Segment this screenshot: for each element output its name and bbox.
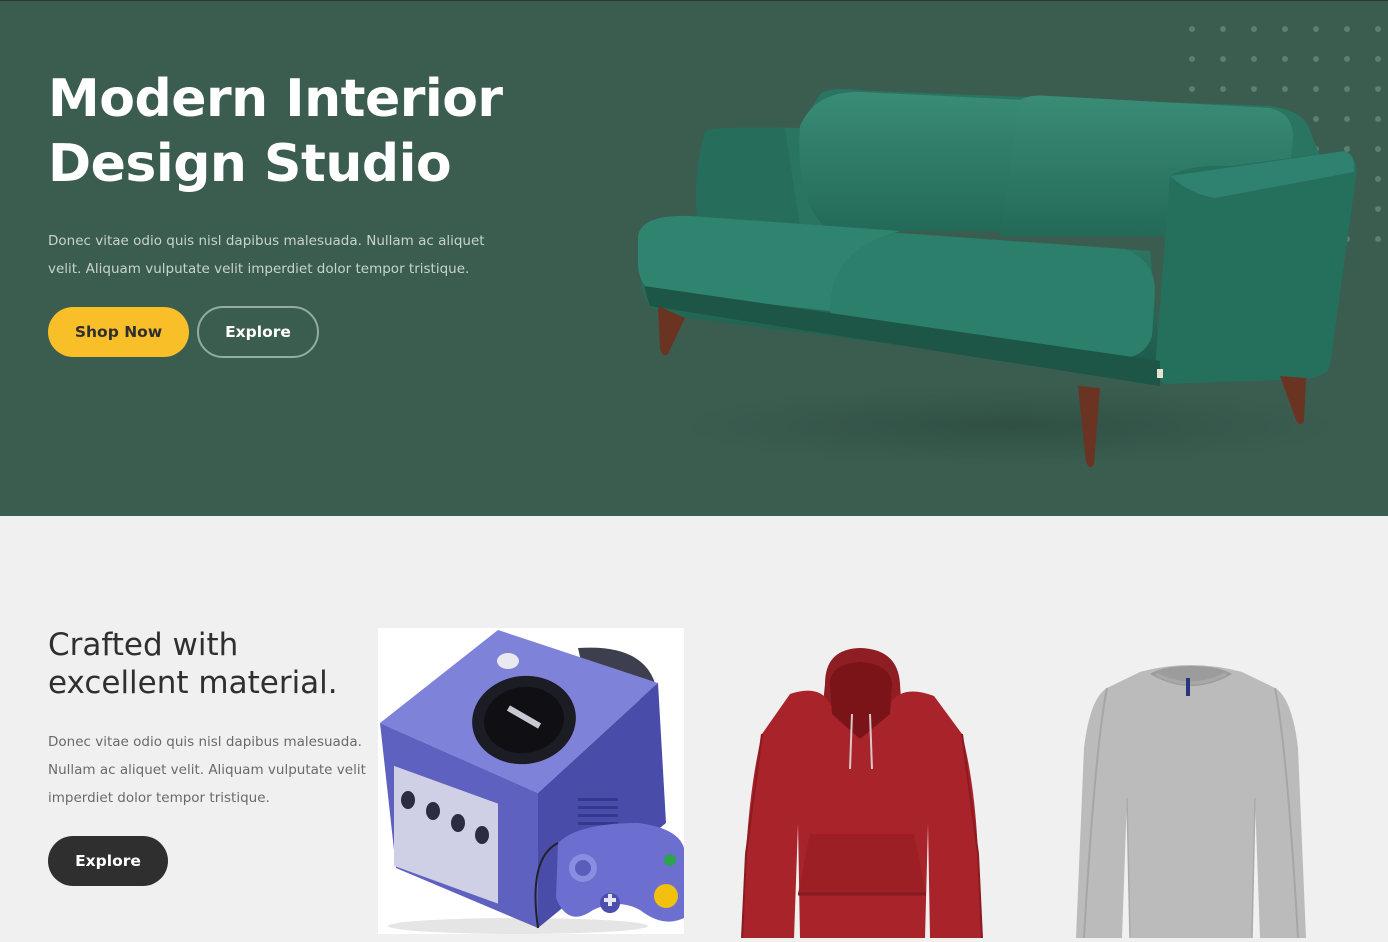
hero-title: Modern Interior Design Studio <box>48 67 608 197</box>
decoration-dot <box>1375 26 1381 32</box>
decoration-dot <box>1375 236 1381 242</box>
sofa-image <box>638 89 1357 468</box>
hero-explore-button[interactable]: Explore <box>197 306 319 358</box>
decoration-dot <box>1375 116 1381 122</box>
grey-sweater-image <box>1076 665 1306 939</box>
crafted-section: Crafted with excellent material. Donec v… <box>0 516 1388 939</box>
section-description: Donec vitae odio quis nisl dapibus males… <box>48 734 366 806</box>
decoration-dot <box>1375 146 1381 152</box>
decoration-dot <box>1375 206 1381 212</box>
section-title-line-2: excellent material. <box>48 665 338 701</box>
section-explore-button[interactable]: Explore <box>48 836 168 886</box>
product-card-sweater[interactable] <box>1070 658 1312 939</box>
decoration-dot <box>1344 26 1350 32</box>
decoration-dot <box>1220 26 1226 32</box>
decoration-dot <box>1375 176 1381 182</box>
decoration-dot <box>1375 86 1381 92</box>
shop-now-button[interactable]: Shop Now <box>48 307 189 357</box>
decoration-dot <box>1313 26 1319 32</box>
decoration-dot <box>1220 56 1226 62</box>
decoration-dot <box>1282 56 1288 62</box>
product-card-hoodie[interactable] <box>730 644 992 939</box>
decoration-dot <box>1189 56 1195 62</box>
hero-title-line-1: Modern Interior <box>48 69 503 129</box>
decoration-dot <box>1344 56 1350 62</box>
product-card-console[interactable] <box>378 628 684 934</box>
section-title: Crafted with excellent material. <box>48 626 368 702</box>
decoration-dot <box>1282 26 1288 32</box>
decoration-dot <box>1313 56 1319 62</box>
hero-title-line-2: Design Studio <box>48 134 452 194</box>
hero-description: Donec vitae odio quis nisl dapibus males… <box>48 233 485 277</box>
section-title-line-1: Crafted with <box>48 627 239 663</box>
decoration-dot <box>1375 56 1381 62</box>
game-console-image <box>380 630 684 934</box>
hero-section: Modern Interior Design Studio Donec vita… <box>0 1 1388 516</box>
red-hoodie-image <box>741 648 983 939</box>
decoration-dot <box>1251 56 1257 62</box>
decoration-dot <box>1189 26 1195 32</box>
decoration-dot <box>1251 26 1257 32</box>
